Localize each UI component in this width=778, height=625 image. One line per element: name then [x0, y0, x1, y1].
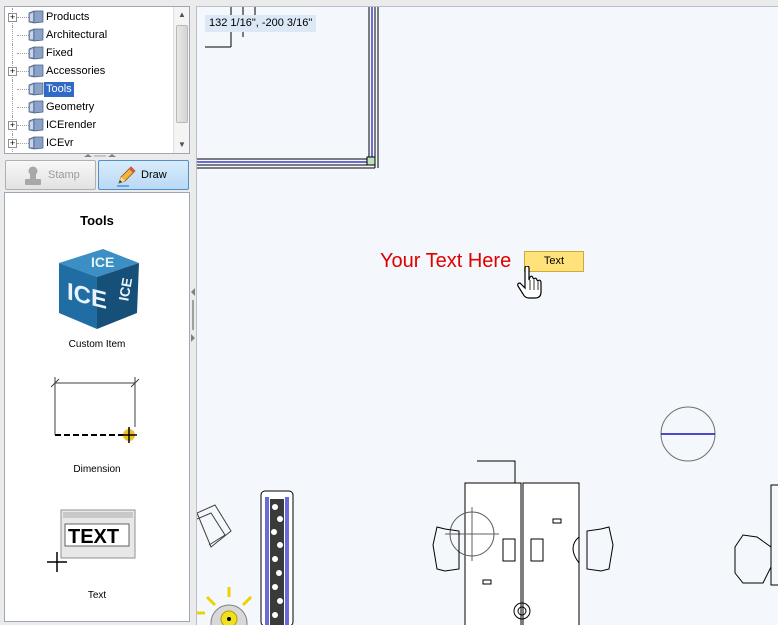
- chair: [734, 484, 778, 586]
- angled-chair: [197, 504, 232, 548]
- dimension-icon: [50, 377, 140, 443]
- tree-connector-line: [12, 44, 13, 62]
- tree-item-label: Accessories: [46, 65, 106, 77]
- tree-splitter-grip[interactable]: [80, 154, 120, 158]
- folder-icon: [28, 82, 44, 96]
- svg-text:TEXT: TEXT: [68, 526, 119, 548]
- tool-dimension[interactable]: Dimension: [5, 377, 189, 477]
- svg-text:ICE: ICE: [91, 254, 114, 270]
- folder-icon: [28, 46, 44, 60]
- tree-item-label: Geometry: [46, 101, 95, 113]
- folder-icon: [28, 64, 44, 78]
- text-tool-icon: TEXT: [47, 509, 136, 572]
- tree-item[interactable]: Geometry: [5, 98, 173, 116]
- folder-icon: [28, 100, 44, 114]
- bookcase: [260, 490, 294, 625]
- tree-item[interactable]: + ICEvr: [5, 134, 173, 152]
- stamp-icon: [25, 166, 41, 185]
- floor-plan-drawing: [197, 7, 778, 625]
- tree-item[interactable]: Fixed: [5, 44, 173, 62]
- category-tree[interactable]: + Products Architectural Fixed + Accessories T…: [4, 6, 190, 154]
- drawing-canvas[interactable]: 132 1/16", -200 3/16" Your Text Here Tex…: [196, 6, 778, 625]
- tree-item[interactable]: + Accessories: [5, 62, 173, 80]
- tree-item-label: ICErender: [46, 119, 97, 131]
- ice-cube-icon: ICE ICE ICE: [59, 249, 139, 329]
- expand-plus-icon[interactable]: +: [8, 67, 17, 76]
- folder-icon: [28, 10, 44, 24]
- placed-text-object[interactable]: Your Text Here: [380, 250, 511, 273]
- tree-item-label: ICEvr: [46, 137, 74, 149]
- tree-item-label: Products: [46, 11, 90, 23]
- tool-caption: Dimension: [73, 464, 121, 475]
- tree-connector-line: [12, 98, 13, 116]
- desk-workstation: [432, 460, 614, 625]
- hand-cursor-icon: [517, 266, 542, 299]
- tree-item[interactable]: + ICErender: [5, 116, 173, 134]
- light-fixture: [197, 587, 253, 625]
- tree-item-label: Fixed: [46, 47, 73, 59]
- tool-custom-item[interactable]: ICE ICE ICE Custom Item: [5, 241, 189, 356]
- tools-panel: Tools ICE ICE ICE Custom Item Dimension …: [4, 192, 190, 622]
- folder-icon: [28, 136, 44, 150]
- stamp-button[interactable]: Stamp: [5, 160, 96, 190]
- folder-icon: [28, 28, 44, 42]
- tree-scrollbar[interactable]: ▲ ▼: [173, 7, 189, 153]
- cursor-coordinates: 132 1/16", -200 3/16": [205, 15, 317, 32]
- expand-plus-icon[interactable]: +: [8, 139, 17, 148]
- scrollbar-thumb[interactable]: [176, 25, 188, 123]
- application-window: + Products Architectural Fixed + Accessories T…: [0, 0, 778, 625]
- tree-item-label: Architectural: [46, 29, 108, 41]
- tool-text[interactable]: TEXT Text: [5, 508, 189, 608]
- tool-caption: Custom Item: [68, 339, 126, 350]
- draw-button-label: Draw: [141, 169, 167, 181]
- scroll-down-arrow-icon[interactable]: ▼: [174, 137, 190, 153]
- tree-item[interactable]: Architectural: [5, 26, 173, 44]
- stamp-button-label: Stamp: [48, 169, 80, 181]
- tools-panel-title: Tools: [80, 213, 114, 228]
- tree-connector-line: [12, 26, 13, 44]
- pencil-icon: [117, 166, 136, 187]
- tree-connector-line: [12, 80, 13, 98]
- expand-plus-icon[interactable]: +: [8, 121, 17, 130]
- tree-item[interactable]: Tools: [5, 80, 173, 98]
- mode-toolbar: Stamp Draw: [4, 159, 190, 190]
- folder-icon: [28, 118, 44, 132]
- tree-item[interactable]: + Products: [5, 8, 173, 26]
- draw-button[interactable]: Draw: [98, 160, 189, 190]
- tree-item-label: Tools: [44, 82, 74, 97]
- tool-caption: Text: [87, 590, 107, 601]
- expand-plus-icon[interactable]: +: [8, 13, 17, 22]
- scroll-up-arrow-icon[interactable]: ▲: [174, 7, 190, 23]
